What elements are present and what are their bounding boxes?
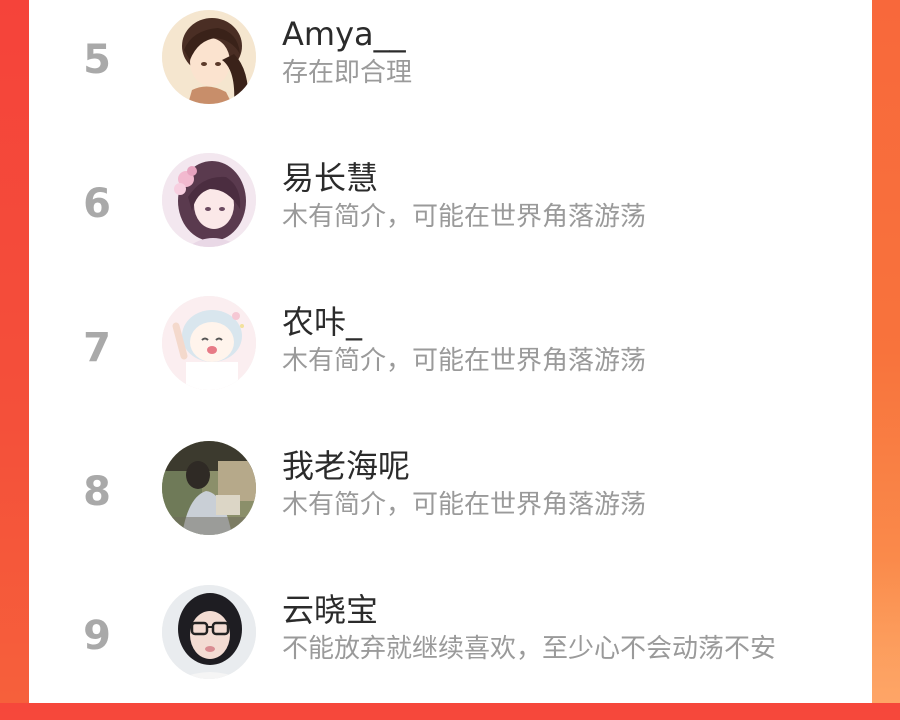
- rank-number: 9: [83, 613, 111, 659]
- ranking-row-7[interactable]: 7 农咔_ 木有简介，可能在世界角落游荡: [29, 288, 872, 432]
- user-name: 农咔_: [282, 303, 363, 341]
- user-avatar[interactable]: [162, 585, 256, 679]
- chibi-girl-avatar-icon: [162, 296, 256, 390]
- ranking-row-8[interactable]: 8 我老海呢 木有简介，可能在世界角落游荡: [29, 432, 872, 576]
- rank-number: 7: [83, 325, 111, 371]
- anime-girl-flowers-avatar-icon: [162, 153, 256, 247]
- left-background-edge: [0, 0, 29, 703]
- girl-glasses-photo-avatar-icon: [162, 585, 256, 679]
- rank-number: 5: [83, 37, 111, 83]
- user-bio: 不能放弃就继续喜欢，至少心不会动荡不安: [282, 634, 777, 664]
- user-bio: 木有简介，可能在世界角落游荡: [282, 490, 647, 520]
- user-avatar[interactable]: [162, 153, 256, 247]
- user-bio: 存在即合理: [282, 58, 413, 88]
- street-photo-avatar-icon: [162, 441, 256, 535]
- user-name: 易长慧: [282, 159, 379, 197]
- ranking-row-9[interactable]: 9 云晓宝 不能放弃就继续喜欢，至少心不会动荡不安: [29, 576, 872, 720]
- rank-number: 6: [83, 181, 111, 227]
- ranking-row-5[interactable]: 5 Amya__ 存在即合理: [29, 0, 872, 144]
- ranking-list-card: 5 Amya__ 存在即合理 6 易长慧 木有简介，可能在世界角落游荡 7 农咔…: [29, 0, 872, 703]
- user-name: 我老海呢: [282, 447, 411, 485]
- user-avatar[interactable]: [162, 441, 256, 535]
- user-name: 云晓宝: [282, 591, 379, 629]
- user-bio: 木有简介，可能在世界角落游荡: [282, 202, 647, 232]
- rank-number: 8: [83, 469, 111, 515]
- user-bio: 木有简介，可能在世界角落游荡: [282, 346, 647, 376]
- right-background-edge: [872, 0, 900, 703]
- user-name: Amya__: [282, 15, 406, 53]
- anime-boy-avatar-icon: [162, 10, 256, 104]
- user-avatar[interactable]: [162, 10, 256, 104]
- ranking-row-6[interactable]: 6 易长慧 木有简介，可能在世界角落游荡: [29, 144, 872, 288]
- user-avatar[interactable]: [162, 296, 256, 390]
